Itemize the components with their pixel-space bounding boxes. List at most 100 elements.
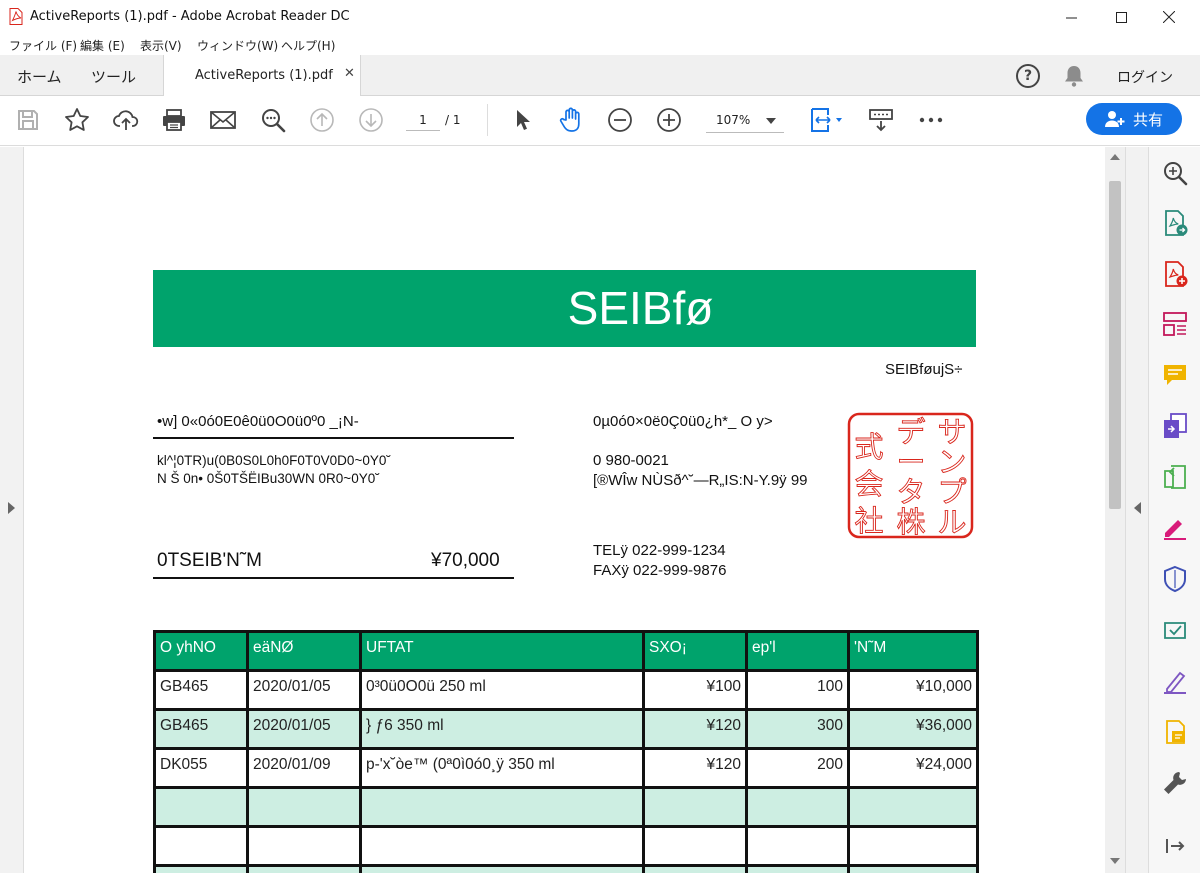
mail-icon: [210, 111, 236, 129]
email-button[interactable]: [209, 106, 237, 134]
protect-shield-icon[interactable]: [1161, 565, 1189, 593]
menu-file[interactable]: ファイル (F): [9, 37, 77, 54]
pdf-page: SEIBfø SEIBføujS÷ •w] 0«0ó0E0ê0ü0O0ü0º0 …: [24, 147, 1105, 873]
total-label: 0TSEIB'N˜M: [157, 550, 262, 571]
seal-char: ン: [937, 445, 966, 479]
combine-files-icon[interactable]: [1161, 412, 1189, 440]
menu-window[interactable]: ウィンドウ(W): [197, 37, 278, 54]
title-bar: ActiveReports (1).pdf - Adobe Acrobat Re…: [0, 0, 1200, 34]
keyboard-scroll-icon: [869, 109, 893, 132]
cell-code: GB465: [153, 708, 249, 750]
page-number-input[interactable]: 1: [406, 109, 440, 131]
close-window-button[interactable]: [1146, 0, 1192, 34]
zoom-in-button[interactable]: [655, 106, 683, 134]
cell-amount: [847, 786, 979, 828]
menu-edit[interactable]: 編集 (E): [80, 37, 125, 54]
cell-code: [153, 786, 249, 828]
wrench-tools-icon[interactable]: [1161, 769, 1189, 797]
tab-home[interactable]: ホーム: [17, 66, 62, 87]
cell-item: 0³0ü0O0ü 250 ml: [359, 669, 645, 711]
add-user-icon: [1104, 111, 1125, 127]
search-button[interactable]: [259, 106, 287, 134]
cell-item: [359, 786, 645, 828]
search-icon: [262, 109, 286, 133]
comment-icon[interactable]: [1161, 361, 1189, 389]
more-options-button[interactable]: [917, 106, 945, 134]
cell-quantity: [745, 786, 850, 828]
invoice-banner: SEIBfø: [153, 270, 976, 347]
scroll-up-arrow-icon[interactable]: [1110, 154, 1120, 160]
scroll-mode-button[interactable]: [867, 106, 895, 134]
cell-code: DK055: [153, 747, 249, 789]
invoice-table: O yhNO eäNØ UFTAT SXO¡ ep'l 'N˜M GB465 2…: [153, 630, 979, 873]
save-button[interactable]: [14, 106, 42, 134]
cell-quantity: 200: [745, 747, 850, 789]
cell-amount: [847, 825, 979, 867]
cell-unit-price: ¥120: [642, 708, 748, 750]
share-button[interactable]: 共有: [1086, 103, 1182, 135]
customer-underline: [153, 437, 514, 439]
cell-amount: ¥24,000: [847, 747, 979, 789]
tab-tools[interactable]: ツール: [91, 66, 136, 87]
compress-pdf-icon[interactable]: [1161, 463, 1189, 491]
cell-unit-price: [642, 825, 748, 867]
zoom-select[interactable]: 107%: [706, 109, 784, 133]
create-pdf-icon[interactable]: [1161, 260, 1189, 288]
vertical-scrollbar[interactable]: [1105, 147, 1125, 873]
issuer-postal-code: 0 980-0021: [593, 452, 669, 469]
fill-sign-icon[interactable]: [1161, 513, 1189, 541]
previous-page-button[interactable]: [308, 106, 336, 134]
cell-item: } ƒ6 350 ml: [359, 708, 645, 750]
send-for-review-icon[interactable]: [1161, 616, 1189, 644]
chevron-down-icon: [766, 118, 776, 124]
bell-icon[interactable]: [1063, 64, 1085, 88]
help-icon[interactable]: ?: [1016, 64, 1040, 88]
menu-view[interactable]: 表示(V): [140, 37, 182, 54]
tab-document[interactable]: ActiveReports (1).pdf ✕: [163, 55, 361, 96]
company-seal-stamp: サ ン プ ル デ ー タ 株 式 会 社: [847, 412, 974, 539]
signature-icon[interactable]: [1161, 667, 1189, 695]
close-tab-icon[interactable]: ✕: [344, 66, 355, 81]
upload-button[interactable]: [112, 106, 140, 134]
cell-amount: ¥10,000: [847, 669, 979, 711]
zoom-search-icon[interactable]: [1161, 159, 1189, 187]
share-label: 共有: [1132, 110, 1163, 129]
cell-date: [246, 825, 362, 867]
header-cell: eäNØ: [246, 630, 362, 672]
cloud-upload-icon: [113, 110, 139, 130]
scrollbar-thumb[interactable]: [1109, 181, 1121, 509]
minimize-button[interactable]: [1048, 0, 1094, 34]
cell-code: [153, 864, 249, 873]
issuer-tel: TELÿ 022-999-1234: [593, 542, 726, 559]
login-link[interactable]: ログイン: [1117, 67, 1173, 87]
zoom-out-button[interactable]: [606, 106, 634, 134]
seal-char: サ: [937, 415, 966, 449]
tab-bar: ホーム ツール ActiveReports (1).pdf ✕ ? ログイン: [0, 55, 1200, 96]
maximize-button[interactable]: [1098, 0, 1144, 34]
hand-tool-button[interactable]: [557, 106, 585, 134]
left-panel-toggle[interactable]: [0, 147, 24, 873]
collapse-pane-icon[interactable]: [1161, 832, 1189, 860]
menu-help[interactable]: ヘルプ(H): [281, 37, 335, 54]
table-row: [153, 864, 979, 873]
seal-char: 会: [854, 467, 883, 501]
select-tool-button[interactable]: [508, 106, 536, 134]
page-count: / 1: [445, 113, 461, 127]
zoom-value: 107%: [716, 113, 751, 127]
cell-unit-price: [642, 786, 748, 828]
scroll-down-arrow-icon[interactable]: [1110, 858, 1120, 864]
menu-bar: ファイル (F) 編集 (E) 表示(V) ウィンドウ(W) ヘルプ(H): [0, 34, 1200, 55]
right-panel-toggle[interactable]: [1125, 147, 1148, 873]
bookmark-button[interactable]: [63, 106, 91, 134]
stamp-note-icon[interactable]: [1161, 718, 1189, 746]
minus-circle-icon: [608, 108, 632, 132]
page-fit-button[interactable]: [806, 106, 846, 134]
hand-icon: [559, 107, 580, 132]
export-pdf-icon[interactable]: [1161, 209, 1189, 237]
organize-pages-icon[interactable]: [1161, 310, 1189, 338]
print-button[interactable]: [160, 106, 188, 134]
total-value: ¥70,000: [431, 550, 500, 571]
table-row: [153, 786, 979, 828]
next-page-button[interactable]: [357, 106, 385, 134]
seal-char: ル: [937, 505, 966, 539]
